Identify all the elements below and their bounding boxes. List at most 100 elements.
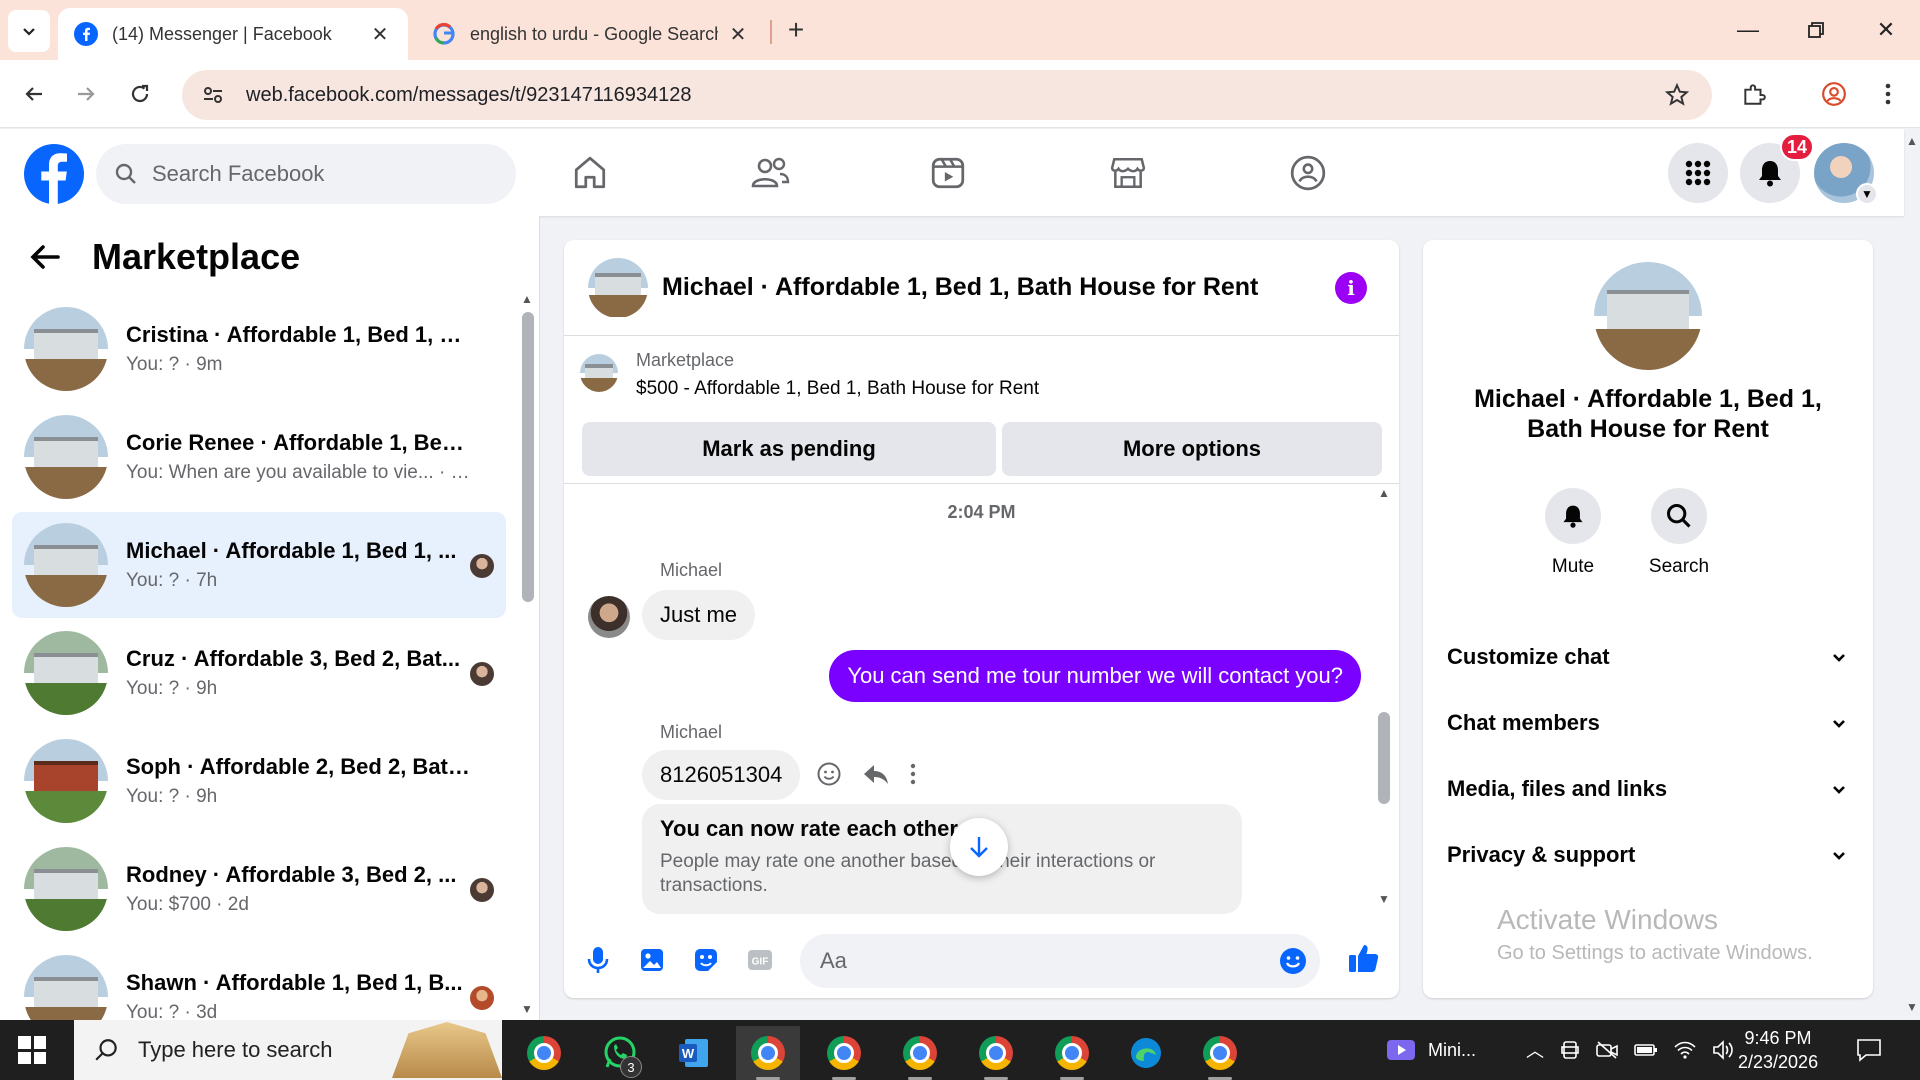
chat-scroll-down-arrow[interactable]: ▼ xyxy=(1378,892,1390,906)
info-icon[interactable]: i xyxy=(1335,272,1367,304)
more-vertical-icon[interactable] xyxy=(910,763,916,785)
scroll-up-arrow[interactable]: ▲ xyxy=(521,292,533,306)
seen-avatar xyxy=(470,986,494,1010)
nav-groups[interactable] xyxy=(1286,151,1330,195)
emoji-react-icon[interactable] xyxy=(816,761,842,787)
nav-home[interactable] xyxy=(568,151,612,195)
minimize-button[interactable]: — xyxy=(1728,14,1768,46)
account-avatar[interactable]: ▼ xyxy=(1814,143,1878,205)
close-icon[interactable]: ✕ xyxy=(726,22,750,46)
puzzle-icon xyxy=(1744,84,1766,105)
taskbar-search-box[interactable]: Type here to search xyxy=(74,1020,502,1080)
chrome-profile-taskbar-app[interactable] xyxy=(888,1026,952,1080)
chat-scroll-up-arrow[interactable]: ▲ xyxy=(1378,486,1390,500)
facebook-logo-icon[interactable] xyxy=(24,144,84,204)
word-taskbar-app[interactable]: W xyxy=(662,1026,726,1080)
nav-friends[interactable] xyxy=(748,151,792,195)
tab-search-button[interactable] xyxy=(8,10,50,52)
page-scroll-up-arrow[interactable]: ▲ xyxy=(1906,134,1918,148)
chrome-profile-taskbar-app[interactable] xyxy=(1040,1026,1104,1080)
conversation-preview: You: ? · 9h xyxy=(126,678,218,699)
conversation-item[interactable]: Cruz · Affordable 3, Bed 2, Bat... You: … xyxy=(12,620,506,726)
sticker-button[interactable] xyxy=(690,944,722,976)
close-window-button[interactable]: ✕ xyxy=(1866,14,1906,46)
taskbar-clock[interactable]: 9:46 PM 2/23/2026 xyxy=(1738,1026,1818,1074)
chat-scrollbar[interactable] xyxy=(1378,712,1390,804)
scroll-to-bottom-button[interactable] xyxy=(950,818,1008,876)
tab-messenger[interactable]: (14) Messenger | Facebook ✕ xyxy=(58,8,408,60)
sender-avatar[interactable] xyxy=(588,596,630,638)
nav-marketplace[interactable] xyxy=(1106,151,1150,195)
back-button[interactable] xyxy=(14,74,54,114)
edge-taskbar-app[interactable] xyxy=(1114,1026,1178,1080)
sent-message-bubble[interactable]: You can send me tour number we will cont… xyxy=(829,650,1361,702)
reload-icon xyxy=(131,84,149,103)
gif-button[interactable]: GIF xyxy=(744,944,776,976)
profile-button[interactable] xyxy=(1814,74,1854,114)
wifi-icon[interactable] xyxy=(1674,1041,1696,1059)
mini-player-app[interactable]: Mini... xyxy=(1386,1020,1476,1080)
conversation-item[interactable]: Rodney · Affordable 3, Bed 2, ... You: $… xyxy=(12,836,506,942)
extensions-button[interactable] xyxy=(1734,74,1774,114)
more-options-button[interactable]: More options xyxy=(1002,422,1382,476)
conversation-item[interactable]: Soph · Affordable 2, Bed 2, Bath... You:… xyxy=(12,728,506,834)
address-bar[interactable]: web.facebook.com/messages/t/923147116934… xyxy=(182,70,1712,120)
mark-as-pending-button[interactable]: Mark as pending xyxy=(582,422,996,476)
notification-center-button[interactable] xyxy=(1856,1020,1882,1080)
back-arrow-icon[interactable] xyxy=(28,240,62,274)
forward-button[interactable] xyxy=(66,74,106,114)
reply-icon[interactable] xyxy=(862,762,890,786)
message-bubble[interactable]: Just me xyxy=(642,590,756,640)
page-scroll-down-arrow[interactable]: ▼ xyxy=(1906,1000,1918,1014)
new-tab-button[interactable]: + xyxy=(780,14,812,46)
listing-value[interactable]: $500 - Affordable 1, Bed 1, Bath House f… xyxy=(636,378,1039,400)
meet-now-icon[interactable] xyxy=(1596,1041,1618,1059)
search-action[interactable]: Search xyxy=(1629,488,1729,578)
facebook-search-input[interactable]: Search Facebook xyxy=(96,144,516,204)
chevron-up-icon[interactable]: ︿ xyxy=(1526,1037,1544,1063)
battery-icon[interactable] xyxy=(1634,1042,1658,1058)
chat-members-section[interactable]: Chat members xyxy=(1447,698,1847,748)
windows-taskbar: Type here to search 3 W Mini... ︿ 9:46 P… xyxy=(0,1020,1920,1080)
close-icon[interactable]: ✕ xyxy=(368,22,392,46)
sticker-icon xyxy=(695,949,717,971)
mute-action[interactable]: Mute xyxy=(1523,488,1623,578)
chat-title[interactable]: Michael · Affordable 1, Bed 1, Bath Hous… xyxy=(662,273,1258,302)
chrome-profile-taskbar-app[interactable] xyxy=(812,1026,876,1080)
whatsapp-taskbar-app[interactable]: 3 xyxy=(588,1026,652,1080)
restore-button[interactable] xyxy=(1796,14,1836,46)
conversation-item-selected[interactable]: Michael · Affordable 1, Bed 1, ... You: … xyxy=(12,512,506,618)
section-label: Chat members xyxy=(1447,710,1600,735)
chat-avatar[interactable] xyxy=(588,257,648,318)
listing-photo[interactable] xyxy=(1594,262,1702,370)
clock-date: 2/23/2026 xyxy=(1738,1052,1819,1072)
chrome-taskbar-app[interactable] xyxy=(512,1026,576,1080)
send-like-button[interactable] xyxy=(1346,940,1382,976)
conversation-item[interactable]: Cristina · Affordable 1, Bed 1, Bat... Y… xyxy=(12,296,506,402)
chrome-profile-taskbar-app[interactable] xyxy=(964,1026,1028,1080)
emoji-icon[interactable] xyxy=(1278,946,1308,976)
media-files-links-section[interactable]: Media, files and links xyxy=(1447,764,1847,814)
device-icon[interactable] xyxy=(1560,1040,1580,1060)
message-bubble[interactable]: 8126051304 xyxy=(642,750,801,800)
browser-menu-button[interactable] xyxy=(1868,74,1908,114)
menu-button[interactable] xyxy=(1668,143,1728,203)
listing-thumbnail[interactable] xyxy=(580,354,618,392)
site-settings-icon[interactable] xyxy=(202,84,224,106)
sidebar-scrollbar[interactable] xyxy=(522,312,534,602)
tab-google-search[interactable]: english to urdu - Google Search ✕ xyxy=(416,8,766,60)
privacy-support-section[interactable]: Privacy & support xyxy=(1447,830,1847,880)
attach-photo-button[interactable] xyxy=(636,944,668,976)
conversation-item[interactable]: Corie Renee · Affordable 1, Bed 1... You… xyxy=(12,404,506,510)
nav-watch[interactable] xyxy=(926,151,970,195)
voice-clip-button[interactable] xyxy=(582,944,614,976)
reload-button[interactable] xyxy=(120,74,160,114)
chrome-profile-taskbar-app[interactable] xyxy=(736,1026,800,1080)
speaker-icon[interactable] xyxy=(1712,1040,1734,1060)
scroll-down-arrow[interactable]: ▼ xyxy=(521,1002,533,1016)
windows-start-icon[interactable] xyxy=(18,1036,46,1064)
chrome-profile-taskbar-app[interactable] xyxy=(1188,1026,1252,1080)
customize-chat-section[interactable]: Customize chat xyxy=(1447,632,1847,682)
message-input[interactable]: Aa xyxy=(800,934,1320,988)
bookmark-star-icon[interactable] xyxy=(1664,82,1690,108)
